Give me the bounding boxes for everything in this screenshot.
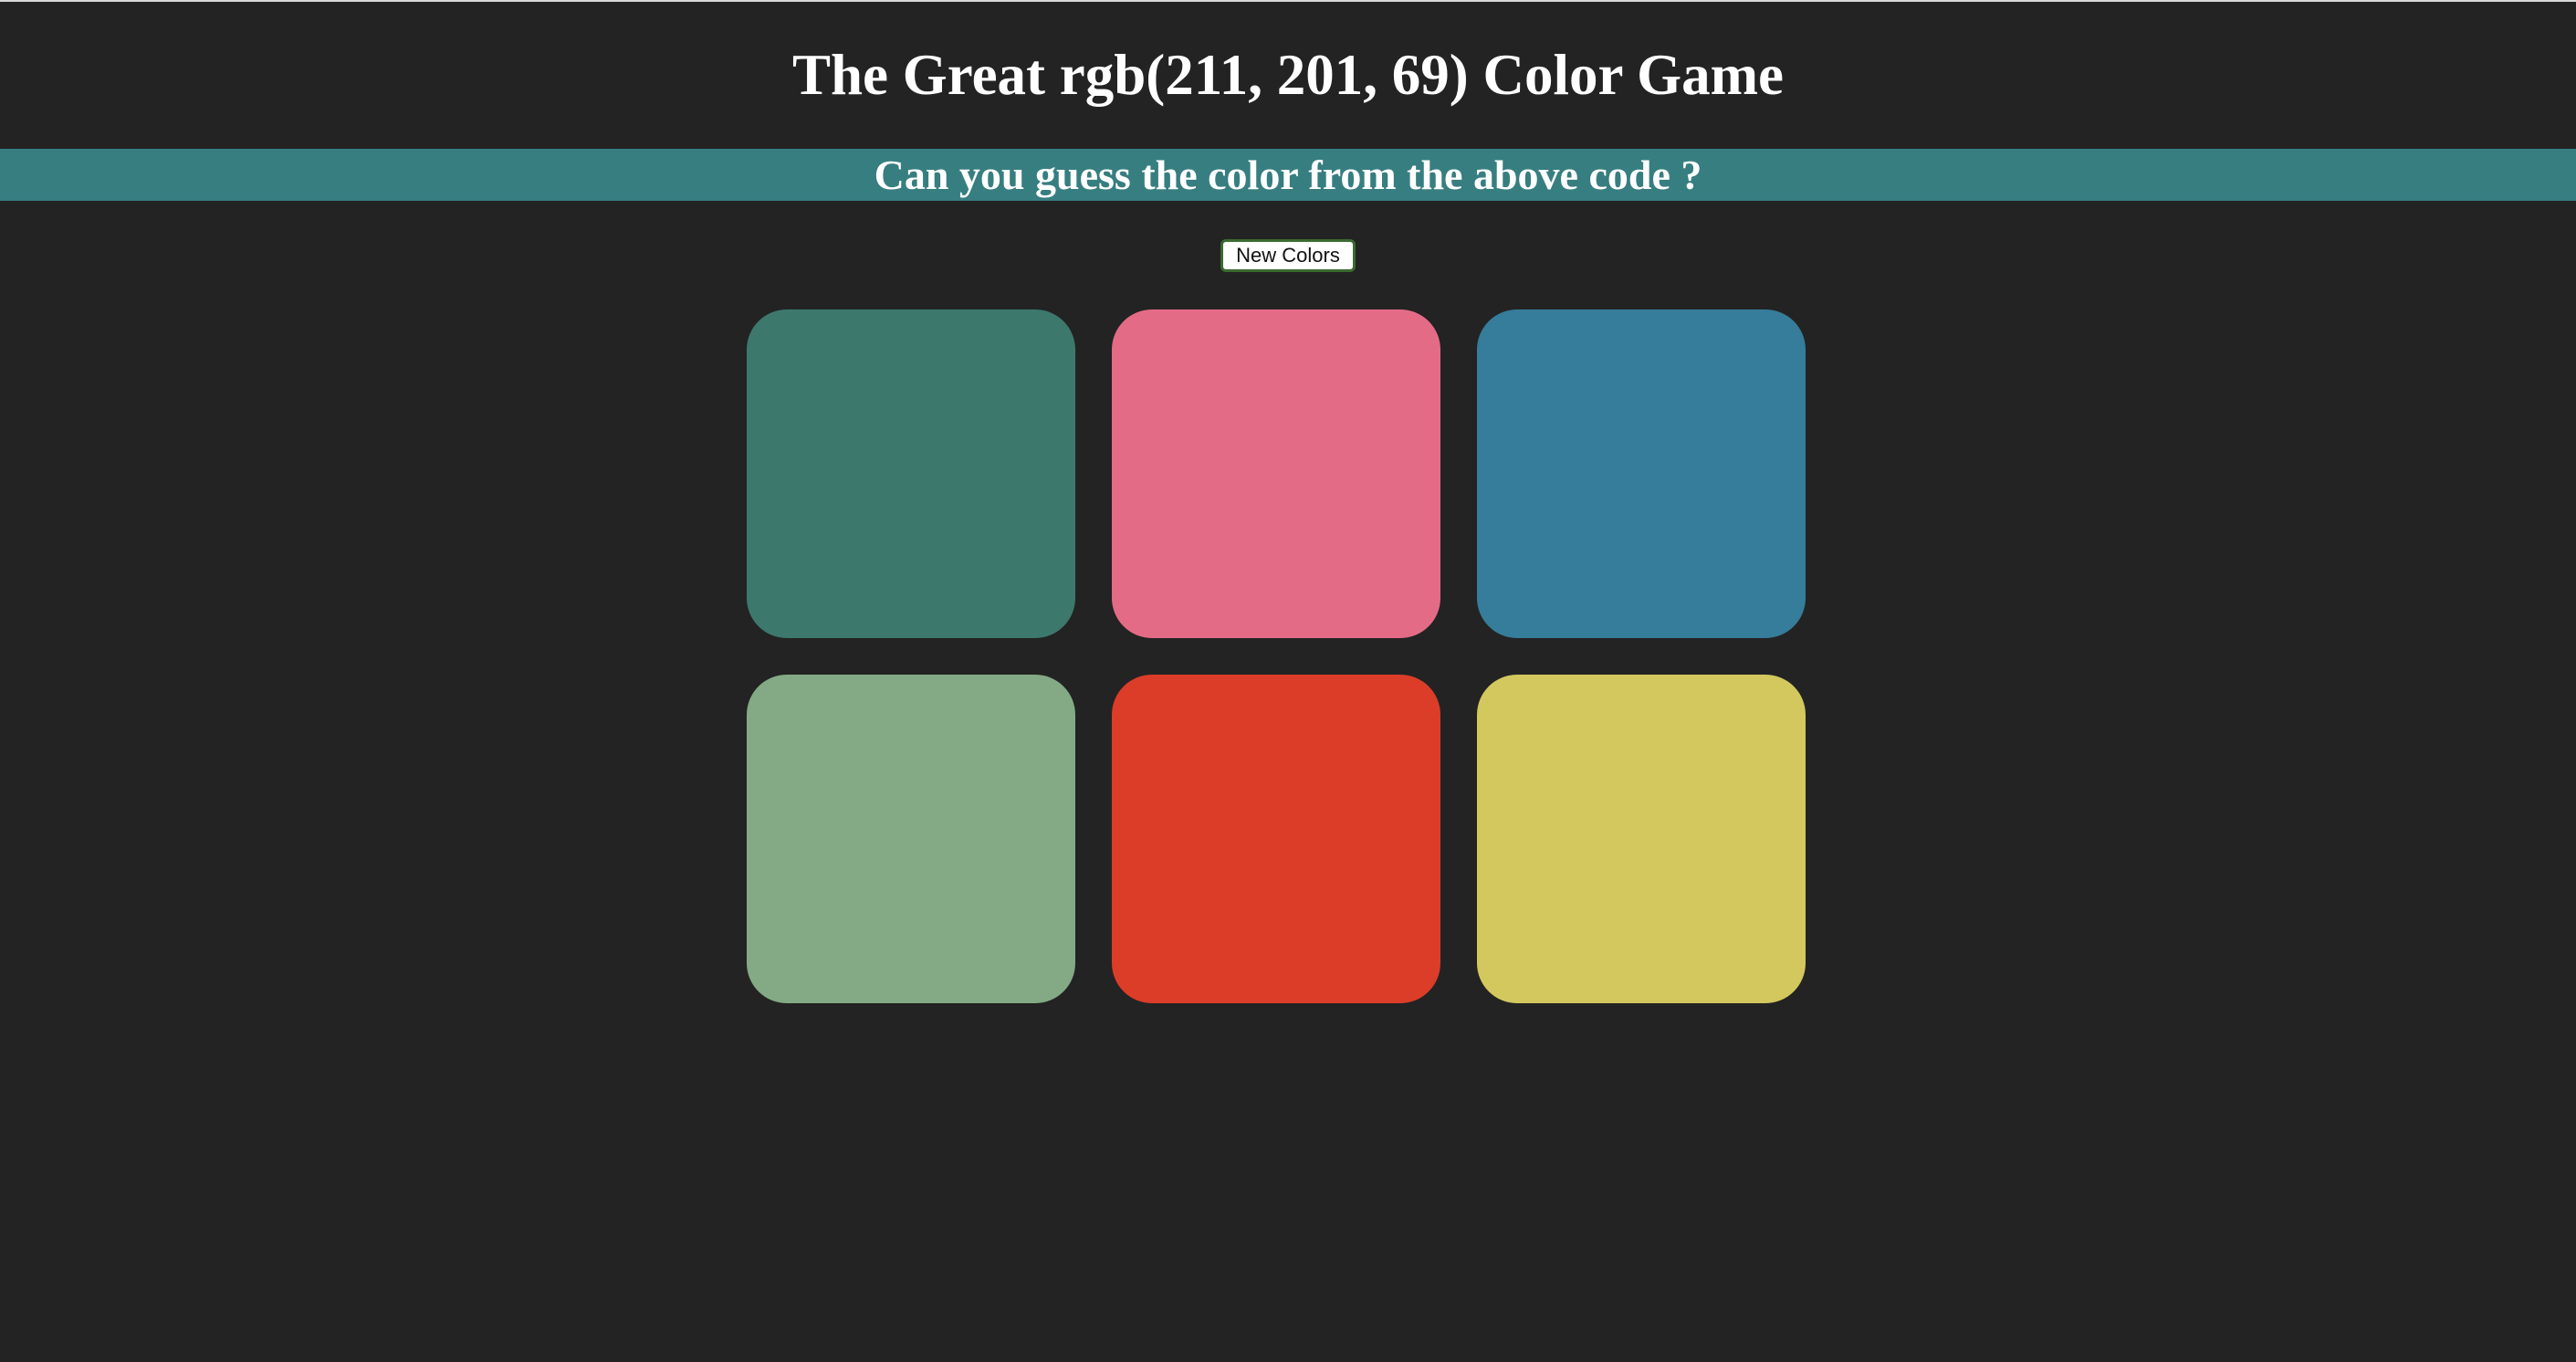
color-squares-grid: [747, 309, 1806, 1003]
color-square-1[interactable]: [747, 309, 1075, 638]
new-colors-button[interactable]: New Colors: [1220, 239, 1356, 272]
controls: New Colors: [0, 239, 2576, 272]
subtitle-banner: Can you guess the color from the above c…: [0, 149, 2576, 201]
color-square-6[interactable]: [1477, 675, 1806, 1003]
color-square-2[interactable]: [1112, 309, 1440, 638]
game-page: The Great rgb(211, 201, 69) Color Game C…: [0, 0, 2576, 1362]
color-square-4[interactable]: [747, 675, 1075, 1003]
page-title: The Great rgb(211, 201, 69) Color Game: [791, 43, 1785, 107]
color-square-5[interactable]: [1112, 675, 1440, 1003]
color-square-3[interactable]: [1477, 309, 1806, 638]
subtitle: Can you guess the color from the above c…: [874, 152, 1702, 198]
